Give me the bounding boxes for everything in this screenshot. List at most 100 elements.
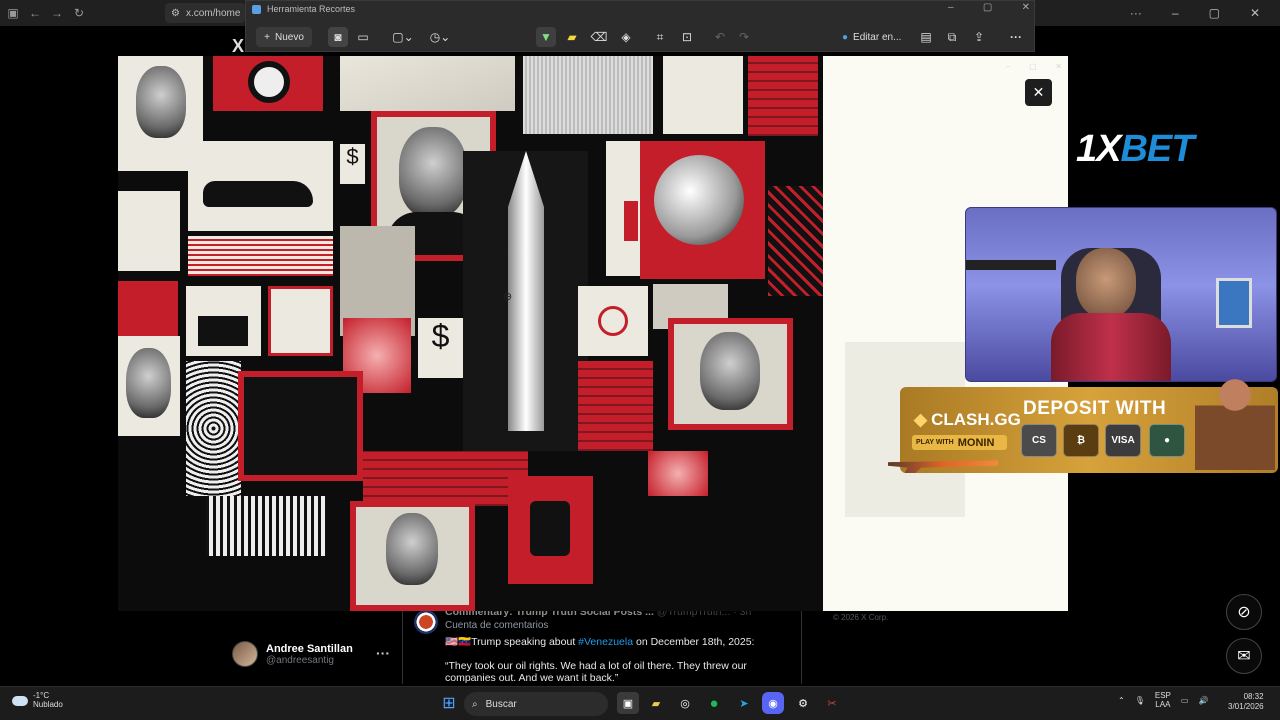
snip-window-controls: – ▢ ✕ [948, 2, 1030, 18]
eye-pyramid-tile [523, 56, 653, 134]
menu-icon[interactable]: ··· [1130, 6, 1142, 20]
redo-icon[interactable]: ↷ [735, 27, 753, 47]
task-view-icon[interactable]: ▣ [617, 692, 639, 714]
site-settings-icon[interactable]: ⚙ [171, 8, 180, 19]
post-text: Trump speaking about [471, 636, 579, 648]
brick-tile [748, 56, 818, 136]
dollar-tile-2: $ [418, 318, 463, 378]
sidebar-icon[interactable]: ▣ [2, 2, 24, 24]
tweet[interactable]: Commentary: Trump Truth Social Posts ...… [402, 600, 802, 684]
chevron-up-icon[interactable]: ⌃ [1118, 696, 1125, 705]
post-text-line-2: “They took our oil rights. We had a lot … [445, 660, 747, 672]
minimize-icon[interactable]: – [948, 2, 954, 18]
highlighter-yellow-icon[interactable]: ▰ [563, 27, 581, 47]
snipping-tool-title: Herramienta Recortes [252, 4, 355, 14]
reload-icon[interactable]: ↻ [68, 2, 90, 24]
new-label: Nuevo [274, 31, 304, 43]
language-indicator[interactable]: ESP LAA [1155, 691, 1171, 710]
zoom-cursor-icon: ⊕ [503, 291, 513, 303]
maximize-icon[interactable]: ▢ [983, 2, 992, 18]
maximize-icon[interactable]: ▢ [1029, 62, 1037, 71]
account-more-icon[interactable]: ··· [376, 645, 390, 661]
save-icon[interactable]: ▤ [917, 27, 935, 47]
new-snip-button[interactable]: + Nuevo [256, 27, 312, 47]
back-icon[interactable]: ← [24, 2, 46, 24]
post-text: on December 18th, 2025: [633, 636, 755, 648]
bitcoin-payment-icon: ₿ [1063, 424, 1099, 457]
timer-icon[interactable]: ◷⌄ [425, 27, 455, 47]
snipping-tool-taskbar-icon[interactable]: ✂ [821, 692, 843, 714]
dollar-tile: $ [340, 144, 365, 184]
account-switcher[interactable]: Andree Santillan @andreesantig [232, 638, 392, 670]
clock[interactable]: 08:32 3/01/2026 [1228, 692, 1264, 713]
hourglass-tile [663, 56, 743, 134]
spotify-icon[interactable]: ● [703, 692, 725, 714]
mic-arm [966, 260, 1056, 270]
more-icon[interactable]: ··· [1006, 27, 1026, 47]
search-icon: ⌕ [472, 698, 478, 710]
crop-icon[interactable]: ⌗ [651, 27, 669, 47]
image-viewer: $ $ [118, 56, 1068, 611]
close-icon[interactable]: ✕ [1055, 62, 1062, 71]
x-logo[interactable]: X [232, 36, 244, 57]
minimize-icon[interactable]: – [1172, 6, 1179, 20]
poster [1216, 278, 1252, 328]
highlighter-icon[interactable]: ▼ [536, 27, 556, 47]
close-icon[interactable]: ✕ [1022, 2, 1030, 18]
maximize-icon[interactable]: ▢ [1209, 6, 1220, 20]
putin-portrait-tile [668, 318, 793, 430]
grok-icon[interactable]: ⊘ [1226, 594, 1262, 630]
search-placeholder: Buscar [485, 698, 517, 710]
eraser-icon[interactable]: ⌫ [590, 27, 608, 47]
url-text: x.com/home [185, 7, 241, 19]
copyright: © 2026 X Corp. [833, 613, 889, 622]
clash-logo: ◆ CLASH.GG [914, 410, 1021, 430]
radiation-eye-tile [213, 56, 323, 111]
video-mode-icon[interactable]: ▭ [354, 27, 372, 47]
taskbar-search[interactable]: ⌕ Buscar [464, 692, 608, 716]
shapes-icon[interactable]: ◈ [617, 27, 635, 47]
close-viewer-button[interactable]: ✕ [1025, 79, 1052, 106]
windows-start-icon[interactable]: ⊞ [438, 692, 460, 714]
close-icon[interactable]: ✕ [1250, 6, 1260, 20]
collage-image: $ $ [118, 56, 823, 611]
brick-tile-2 [578, 361, 653, 451]
network-icon[interactable]: ▭ [1181, 696, 1189, 705]
microphone-icon[interactable]: 🎙 [1135, 696, 1145, 705]
system-tray: ⌃ 🎙 ESP LAA ▭ 🔊 [1118, 691, 1208, 710]
play-with-badge: PLAY WITH MONIN [912, 435, 1007, 450]
chip-tile [268, 286, 333, 356]
copy-icon[interactable]: ⧉ [943, 27, 961, 47]
browser-app-icon[interactable]: ◎ [674, 692, 696, 714]
date: 3/01/2026 [1228, 702, 1264, 712]
fist-tile [508, 476, 593, 584]
pattern-tile [188, 236, 333, 276]
profile-handle: @andreesantig [266, 654, 334, 666]
undo-icon[interactable]: ↶ [711, 27, 729, 47]
messages-icon[interactable]: ✉ [1226, 638, 1262, 674]
plus-icon: + [264, 31, 270, 43]
text-actions-icon[interactable]: ⊡ [678, 27, 696, 47]
shape-select-icon[interactable]: ▢⌄ [388, 27, 418, 47]
fingerprint-tile [186, 361, 241, 496]
settings-app-icon[interactable]: ⚙ [792, 692, 814, 714]
viewer-window-controls: – ▢ ✕ [1006, 62, 1062, 71]
post-account-type: Cuenta de comentarios [445, 620, 549, 631]
screenshot-mode-icon[interactable]: ◙ [328, 27, 348, 47]
sponsor-logo: 1XBET [1076, 128, 1194, 171]
deposit-heading: DEPOSIT WITH [1023, 398, 1167, 419]
logo-part: 1X [1076, 128, 1121, 170]
forward-icon[interactable]: → [46, 2, 68, 24]
telegram-icon[interactable]: ➤ [733, 692, 755, 714]
hashtag-link[interactable]: #Venezuela [578, 636, 633, 648]
brick-wall-tile [363, 451, 528, 506]
volume-icon[interactable]: 🔊 [1198, 696, 1208, 705]
weather-widget[interactable]: -1°C Nublado [12, 691, 63, 710]
share-icon[interactable]: ⇪ [970, 27, 988, 47]
edit-in-button[interactable]: ● Editar en... [842, 27, 901, 47]
address-bar[interactable]: ⚙ x.com/home [165, 3, 245, 23]
file-explorer-icon[interactable]: ▰ [645, 692, 667, 714]
minimize-icon[interactable]: – [1006, 62, 1010, 71]
discord-icon[interactable]: ◉ [762, 692, 784, 714]
play-with-label: PLAY WITH [916, 439, 954, 446]
